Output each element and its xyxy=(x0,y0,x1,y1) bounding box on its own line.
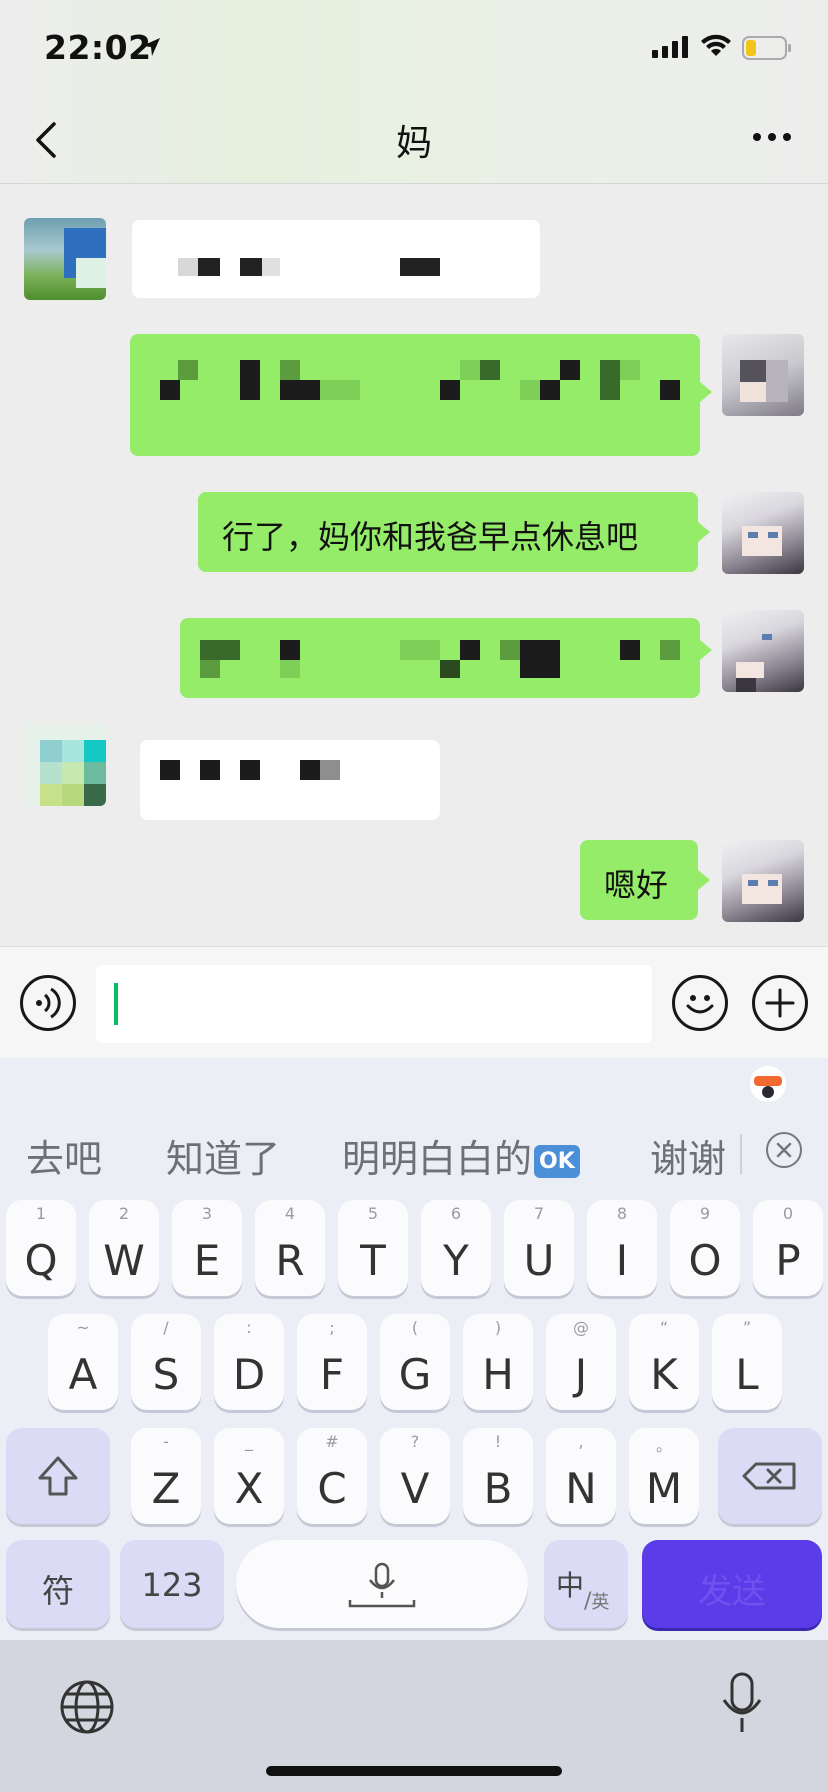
key-v[interactable]: ? V xyxy=(380,1428,450,1524)
more-icon[interactable] xyxy=(752,130,792,144)
key-s[interactable]: / S xyxy=(131,1314,201,1410)
dictation-icon[interactable] xyxy=(716,1670,768,1736)
signal-icon xyxy=(652,36,688,58)
chat-header: 22:02 妈 xyxy=(0,0,828,184)
key-u[interactable]: 7U xyxy=(504,1200,574,1296)
key-g[interactable]: (G xyxy=(380,1314,450,1410)
key-f[interactable]: ; F xyxy=(297,1314,367,1410)
bubble-tail xyxy=(698,870,710,890)
message-bubble-received[interactable] xyxy=(140,740,440,820)
key-z[interactable]: -Z xyxy=(131,1428,201,1524)
key-l[interactable]: ” L xyxy=(712,1314,782,1410)
battery-icon xyxy=(742,36,791,60)
keyboard-mascot-icon[interactable] xyxy=(748,1064,788,1104)
bubble-tail xyxy=(700,640,712,660)
close-suggestions-icon[interactable] xyxy=(766,1132,802,1168)
voice-input-icon[interactable] xyxy=(20,975,76,1031)
key-h[interactable]: ) H xyxy=(463,1314,533,1410)
key-i[interactable]: 8I xyxy=(587,1200,657,1296)
suggestion-item[interactable]: 明明白白的 OK xyxy=(342,1128,580,1183)
my-avatar[interactable] xyxy=(722,492,804,574)
key-j[interactable]: @ J xyxy=(546,1314,616,1410)
send-button[interactable]: 发送 xyxy=(642,1540,822,1628)
key-n[interactable]: ,N xyxy=(546,1428,616,1524)
key-p[interactable]: 0P xyxy=(753,1200,823,1296)
key-m[interactable]: 。 M xyxy=(629,1428,699,1524)
key-w[interactable]: 2W xyxy=(89,1200,159,1296)
key-o[interactable]: 9O xyxy=(670,1200,740,1296)
key-c[interactable]: # C xyxy=(297,1428,367,1524)
globe-icon[interactable] xyxy=(58,1678,116,1736)
my-avatar[interactable] xyxy=(722,334,804,416)
suggestion-divider xyxy=(740,1134,742,1174)
microphone-icon xyxy=(348,1562,416,1608)
bubble-tail xyxy=(698,522,710,542)
language-switch-key[interactable]: 中 /英 xyxy=(544,1540,628,1628)
ok-emoji-icon: OK xyxy=(534,1145,580,1178)
emoji-icon[interactable] xyxy=(672,975,728,1031)
add-more-icon[interactable] xyxy=(752,975,808,1031)
space-key[interactable] xyxy=(236,1540,528,1628)
message-bubble-sent[interactable]: 嗯好 xyxy=(580,840,698,920)
suggestion-item[interactable]: 去吧 xyxy=(26,1128,102,1183)
key-x[interactable]: _ X xyxy=(214,1428,284,1524)
message-bubble-received[interactable] xyxy=(132,220,540,298)
chat-title: 妈 xyxy=(395,123,432,164)
home-indicator[interactable] xyxy=(266,1766,562,1776)
message-text: 行了，妈你和我爸早点休息吧 xyxy=(222,518,639,556)
status-time: 22:02 xyxy=(44,28,152,67)
key-b[interactable]: ! B xyxy=(463,1428,533,1524)
shift-icon xyxy=(38,1456,78,1496)
message-input[interactable] xyxy=(96,965,652,1043)
wifi-icon xyxy=(701,34,731,56)
key-d[interactable]: :D xyxy=(214,1314,284,1410)
number-key[interactable]: 123 xyxy=(120,1540,224,1628)
suggestion-item[interactable]: 谢谢 xyxy=(650,1128,726,1183)
key-k[interactable]: “K xyxy=(629,1314,699,1410)
backspace-key[interactable] xyxy=(718,1428,822,1524)
key-r[interactable]: 4R xyxy=(255,1200,325,1296)
symbol-key[interactable]: 符 xyxy=(6,1540,110,1628)
suggestion-item[interactable]: 知道了 xyxy=(166,1128,280,1183)
key-q[interactable]: 1Q xyxy=(6,1200,76,1296)
contact-avatar[interactable] xyxy=(24,218,106,300)
key-y[interactable]: 6Y xyxy=(421,1200,491,1296)
key-a[interactable]: ~ A xyxy=(48,1314,118,1410)
backspace-icon xyxy=(742,1462,796,1490)
my-avatar[interactable] xyxy=(722,840,804,922)
text-caret xyxy=(114,983,118,1025)
shift-key[interactable] xyxy=(6,1428,110,1524)
input-bar xyxy=(0,946,828,1059)
message-bubble-sent[interactable]: 行了，妈你和我爸早点休息吧 xyxy=(198,492,698,572)
message-bubble-sent[interactable] xyxy=(180,618,700,698)
my-avatar[interactable] xyxy=(722,610,804,692)
message-bubble-sent[interactable] xyxy=(130,334,700,456)
contact-avatar[interactable] xyxy=(24,724,106,806)
key-e[interactable]: 3E xyxy=(172,1200,242,1296)
key-t[interactable]: 5T xyxy=(338,1200,408,1296)
location-arrow-icon xyxy=(142,38,160,56)
message-text: 嗯好 xyxy=(604,866,669,904)
bubble-tail xyxy=(700,382,712,402)
